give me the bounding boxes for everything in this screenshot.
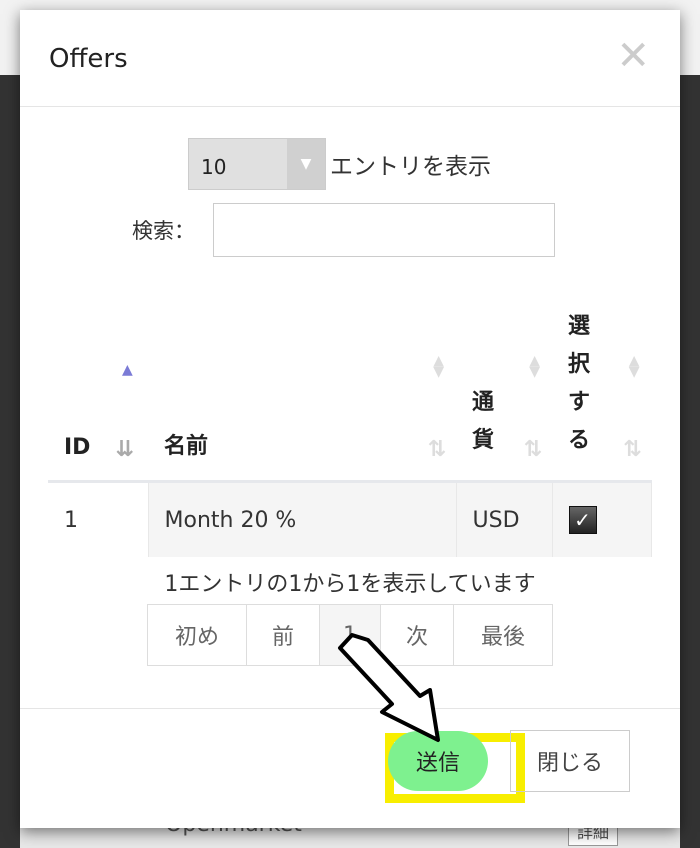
column-label: ID bbox=[64, 435, 91, 460]
chevron-down-icon: ▼ bbox=[287, 139, 325, 189]
column-label: 通貨 bbox=[472, 390, 495, 453]
entries-length-select[interactable]: 10 ▼ bbox=[188, 138, 326, 190]
sort-both-icon: ▲ ▼ bbox=[433, 353, 444, 381]
column-label: 名前 bbox=[164, 434, 209, 459]
search-label: 検索： bbox=[132, 219, 195, 243]
sort-icon: ⇅ bbox=[623, 437, 642, 462]
search-row: 検索： bbox=[132, 203, 555, 257]
sort-asc-icon: ▲ bbox=[122, 362, 133, 378]
cell-select: ✓ bbox=[552, 481, 652, 557]
table-info: 1エントリの1から1を表示しています bbox=[164, 572, 536, 597]
pager-current[interactable]: 1 bbox=[320, 605, 381, 665]
pager-next[interactable]: 次 bbox=[381, 605, 454, 665]
sort-both-icon: ▲ ▼ bbox=[628, 353, 640, 381]
sort-icon: ⇅ bbox=[523, 437, 542, 462]
close-button[interactable]: 閉じる bbox=[510, 730, 630, 792]
offers-table: ▲ ID ⇊ ▲ ▼ 名前 ⇅ ▲ ▼ 通貨 ⇅ ▲ ▼ 選択する ⇅ 1 Mo… bbox=[48, 300, 652, 557]
cell-id: 1 bbox=[48, 481, 149, 557]
column-header-select[interactable]: ▲ ▼ 選択する ⇅ bbox=[552, 300, 652, 483]
column-header-name[interactable]: ▲ ▼ 名前 ⇅ bbox=[148, 300, 456, 483]
column-label: 選択する bbox=[568, 314, 591, 453]
modal-title: Offers bbox=[49, 44, 128, 74]
column-header-currency[interactable]: ▲ ▼ 通貨 ⇅ bbox=[456, 300, 552, 483]
pager-first[interactable]: 初め bbox=[148, 605, 247, 665]
close-icon[interactable]: ✕ bbox=[616, 36, 650, 76]
select-value: 10 bbox=[201, 155, 227, 179]
entries-length: 10 ▼ エントリを表示 bbox=[188, 138, 491, 190]
sort-icon: ⇅ bbox=[427, 437, 446, 462]
modal-header: Offers ✕ bbox=[20, 10, 680, 107]
entries-length-label: エントリを表示 bbox=[330, 154, 491, 180]
sort-active-icon: ⇊ bbox=[115, 437, 134, 462]
select-checkbox[interactable]: ✓ bbox=[568, 506, 597, 534]
pager-prev[interactable]: 前 bbox=[247, 605, 320, 665]
pagination: 初め 前 1 次 最後 bbox=[147, 604, 553, 666]
pager-last[interactable]: 最後 bbox=[454, 605, 552, 665]
table-row[interactable]: 1 Month 20 % USD ✓ bbox=[48, 481, 652, 557]
cell-currency: USD bbox=[456, 481, 553, 557]
offers-modal: Offers ✕ 10 ▼ エントリを表示 検索： ▲ ID ⇊ ▲ ▼ 名前 ⇅ bbox=[20, 10, 680, 828]
column-header-id[interactable]: ▲ ID ⇊ bbox=[48, 300, 148, 483]
search-input[interactable] bbox=[213, 203, 555, 257]
submit-button[interactable]: 送信 bbox=[388, 731, 488, 791]
cell-name: Month 20 % bbox=[148, 481, 457, 557]
sort-both-icon: ▲ ▼ bbox=[529, 353, 540, 381]
